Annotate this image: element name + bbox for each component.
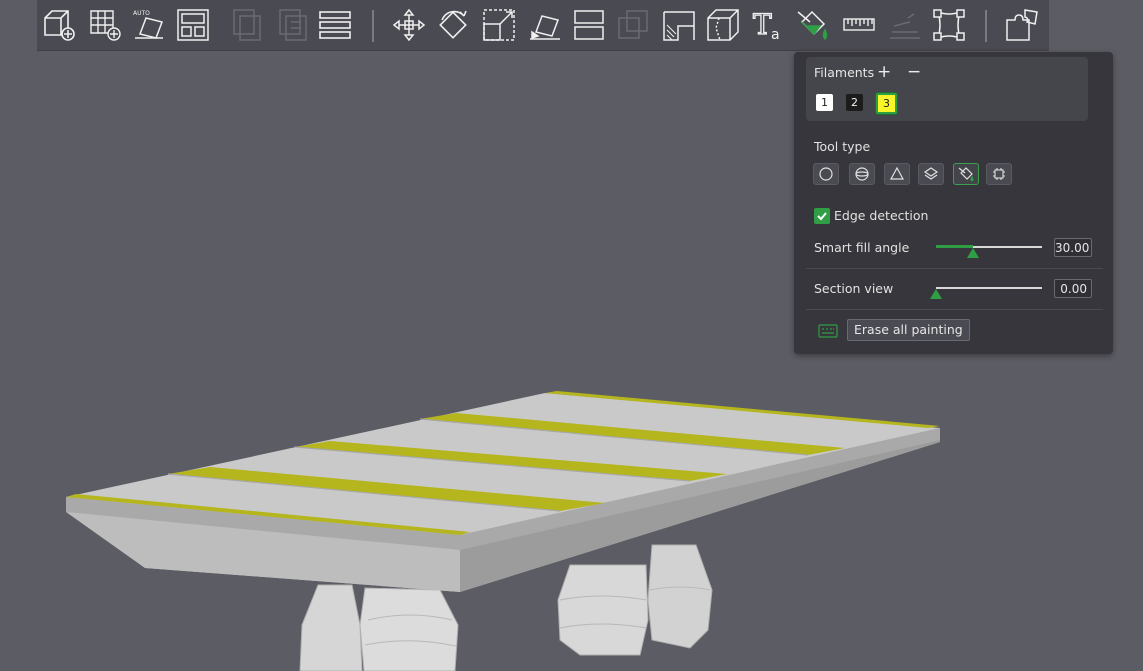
height-range-tool-icon[interactable]	[918, 163, 944, 185]
remove-filament-button[interactable]: −	[907, 62, 921, 82]
toolbar-separator	[985, 10, 987, 42]
add-object-icon[interactable]	[41, 7, 77, 43]
keyboard-shortcuts-icon[interactable]	[818, 324, 838, 338]
edge-detection-checkbox[interactable]	[814, 208, 830, 224]
boolean-icon	[615, 7, 651, 43]
smart-fill-angle-label: Smart fill angle	[814, 240, 910, 255]
filament-chip-1[interactable]: 1	[816, 94, 833, 111]
divider	[806, 268, 1103, 269]
main-toolbar: AUTO Ta	[37, 0, 1049, 51]
erase-all-painting-button[interactable]: Erase all painting	[847, 319, 970, 341]
divider	[806, 309, 1103, 310]
svg-text:a: a	[771, 27, 780, 42]
move-icon[interactable]	[391, 7, 427, 43]
sphere-tool-icon[interactable]	[849, 163, 875, 185]
edge-detection-label: Edge detection	[834, 208, 929, 223]
toolbar-separator	[372, 10, 374, 42]
split-to-objects-icon[interactable]	[1004, 7, 1040, 43]
filaments-section: Filaments + − 1 2 3	[806, 57, 1088, 121]
measure-icon[interactable]	[841, 7, 877, 43]
arrange-icon[interactable]	[175, 7, 211, 43]
add-filament-button[interactable]: +	[877, 62, 891, 82]
mesh-boolean-icon[interactable]	[931, 7, 967, 43]
assembly-icon	[887, 7, 923, 43]
svg-text:T: T	[753, 8, 772, 41]
color-painting-icon[interactable]	[795, 7, 831, 43]
cut-icon[interactable]	[571, 7, 607, 43]
rotate-icon[interactable]	[435, 7, 471, 43]
smart-fill-angle-input[interactable]: 30.00	[1054, 238, 1092, 257]
filament-chip-2[interactable]: 2	[846, 94, 863, 111]
gap-fill-tool-icon[interactable]	[986, 163, 1012, 185]
section-view-label: Section view	[814, 281, 894, 296]
layers-icon[interactable]	[317, 7, 353, 43]
triangle-tool-icon[interactable]	[884, 163, 910, 185]
filaments-title: Filaments	[814, 65, 875, 80]
text-icon[interactable]: Ta	[751, 7, 787, 43]
section-view-input[interactable]: 0.00	[1054, 279, 1092, 298]
support-painting-icon[interactable]	[661, 7, 697, 43]
filament-chip-3[interactable]: 3	[876, 93, 897, 114]
color-painting-panel: Filaments + − 1 2 3 Tool type Edge detec…	[794, 52, 1113, 354]
lay-on-face-icon[interactable]	[527, 7, 563, 43]
paste-icon	[275, 7, 311, 43]
scale-icon[interactable]	[481, 7, 517, 43]
section-view-slider[interactable]	[936, 287, 1042, 289]
section-view-slider-thumb[interactable]	[930, 289, 942, 299]
seam-painting-icon[interactable]	[705, 7, 741, 43]
svg-text:AUTO: AUTO	[133, 10, 150, 17]
fill-tool-icon[interactable]	[953, 163, 979, 185]
circle-tool-icon[interactable]	[813, 163, 839, 185]
add-plate-icon[interactable]	[87, 7, 123, 43]
copy-icon	[229, 7, 265, 43]
auto-orient-icon[interactable]: AUTO	[131, 7, 167, 43]
tool-type-label: Tool type	[814, 139, 871, 154]
smart-fill-slider-thumb[interactable]	[967, 248, 980, 258]
